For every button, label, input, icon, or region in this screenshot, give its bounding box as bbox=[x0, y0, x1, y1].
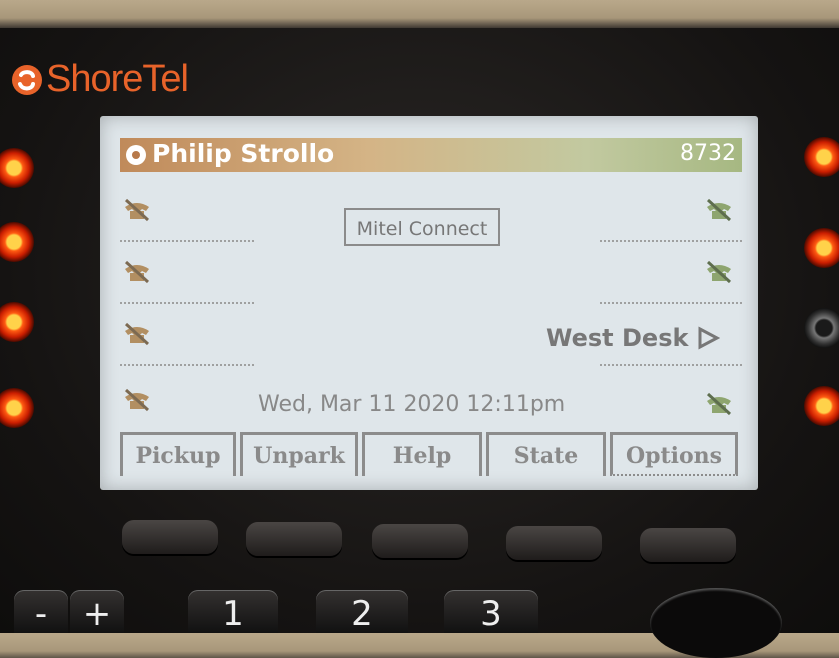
softkey-help[interactable]: Help bbox=[362, 432, 482, 476]
app-label: Mitel Connect bbox=[344, 208, 500, 246]
softkey-state[interactable]: State bbox=[486, 432, 606, 476]
line-key-west-desk[interactable]: West Desk bbox=[546, 324, 721, 352]
right-line-lamp-4[interactable] bbox=[804, 386, 839, 426]
softkey-options[interactable]: Options bbox=[610, 432, 738, 476]
phone-off-icon-left-2 bbox=[124, 260, 150, 284]
softkey-unpark[interactable]: Unpark bbox=[240, 432, 358, 476]
keypad-2[interactable]: 2 bbox=[316, 590, 408, 634]
presence-icon bbox=[126, 145, 146, 165]
softkey-bar: Pickup Unpark Help State Options bbox=[120, 432, 742, 476]
hardware-softkey-5[interactable] bbox=[640, 528, 736, 562]
keypad-3[interactable]: 3 bbox=[444, 590, 538, 634]
right-line-lamp-1[interactable] bbox=[804, 137, 839, 177]
phone-off-icon-left-1 bbox=[124, 198, 150, 222]
phone-display: Philip Strollo 8732 Mitel Connect West D… bbox=[100, 116, 758, 490]
phone-off-icon-right-4 bbox=[706, 392, 732, 416]
softkey-hardware-buttons bbox=[0, 512, 839, 582]
line-separator-left-2 bbox=[120, 302, 254, 304]
date-time: Wed, Mar 11 2020 12:11pm bbox=[258, 392, 566, 417]
hardware-softkey-2[interactable] bbox=[246, 522, 342, 556]
brand-logo: ShoreTel bbox=[10, 58, 189, 101]
keypad-1[interactable]: 1 bbox=[188, 590, 278, 634]
line-key-label: West Desk bbox=[546, 324, 689, 352]
phone-off-icon-right-1 bbox=[706, 198, 732, 222]
softkey-pickup[interactable]: Pickup bbox=[120, 432, 236, 476]
user-name: Philip Strollo bbox=[152, 139, 335, 168]
extension-number: 8732 bbox=[680, 141, 736, 166]
line-separator-right-2 bbox=[600, 302, 742, 304]
volume-up-key[interactable]: + bbox=[70, 590, 124, 634]
line-separator-right-1 bbox=[600, 240, 742, 242]
user-header: Philip Strollo 8732 bbox=[120, 138, 742, 172]
shoretel-logo-icon bbox=[12, 64, 42, 95]
phone-off-icon-left-3 bbox=[124, 322, 150, 346]
navigation-wheel[interactable] bbox=[650, 588, 782, 658]
right-line-lamp-2[interactable] bbox=[804, 228, 839, 268]
line-separator-right-3 bbox=[600, 364, 742, 366]
volume-down-key[interactable]: - bbox=[14, 590, 68, 634]
right-line-lamp-3[interactable] bbox=[804, 308, 839, 348]
hardware-softkey-3[interactable] bbox=[372, 524, 468, 558]
hardware-softkey-1[interactable] bbox=[122, 520, 218, 554]
hardware-softkey-4[interactable] bbox=[506, 526, 602, 560]
brand-name: ShoreTel bbox=[46, 58, 189, 100]
phone-off-icon-right-2 bbox=[706, 260, 732, 284]
line-separator-left-3 bbox=[120, 364, 254, 366]
line-separator-left-1 bbox=[120, 240, 254, 242]
phone-off-icon-left-4 bbox=[124, 388, 150, 412]
play-arrow-icon bbox=[698, 326, 721, 350]
